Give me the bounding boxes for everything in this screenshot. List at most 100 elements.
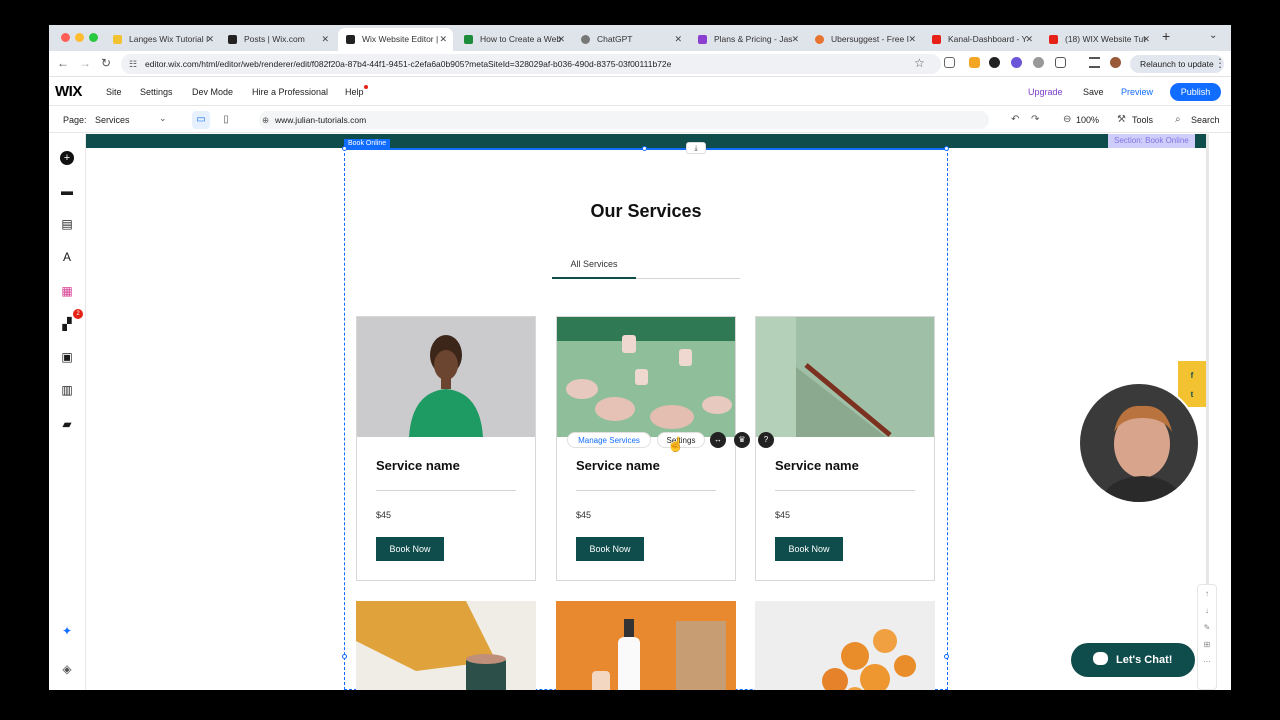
- site-info-icon[interactable]: ☷: [129, 54, 137, 74]
- help-icon[interactable]: ?: [758, 432, 774, 448]
- new-tab-icon[interactable]: +: [1162, 28, 1170, 44]
- section-label[interactable]: Section: Book Online: [1108, 134, 1195, 148]
- close-tab-icon[interactable]: ✕: [439, 28, 447, 51]
- book-now-button[interactable]: Book Now: [376, 537, 444, 561]
- close-window-button[interactable]: [61, 33, 70, 42]
- menu-help[interactable]: Help: [345, 87, 364, 97]
- browser-tab[interactable]: (18) WIX Website Tut ✕: [1041, 28, 1156, 51]
- url-field[interactable]: ☷ editor.wix.com/html/editor/web/renderer…: [121, 54, 941, 74]
- manage-services-button[interactable]: Manage Services: [567, 432, 651, 448]
- menu-settings[interactable]: Settings: [140, 87, 173, 97]
- upgrade-link[interactable]: Upgrade: [1028, 87, 1063, 97]
- stretch-icon[interactable]: ↔: [710, 432, 726, 448]
- zoom-icon[interactable]: ⊖: [1063, 114, 1071, 125]
- search-button[interactable]: Search: [1191, 115, 1220, 125]
- service-card[interactable]: Service name $45 Book Now: [755, 316, 935, 581]
- forward-icon[interactable]: →: [79, 56, 91, 70]
- save-button[interactable]: Save: [1083, 87, 1104, 97]
- browser-tab[interactable]: Ubersuggest - Free I ✕: [807, 28, 922, 51]
- profile-avatar-icon[interactable]: [1110, 57, 1121, 68]
- download-icon[interactable]: ⤓: [686, 142, 706, 154]
- close-tab-icon[interactable]: ✕: [1142, 28, 1150, 51]
- wix-logo[interactable]: WIX: [55, 83, 82, 100]
- menu-dev-mode[interactable]: Dev Mode: [192, 87, 233, 97]
- close-tab-icon[interactable]: ✕: [674, 28, 682, 51]
- facebook-icon[interactable]: f: [1178, 372, 1206, 380]
- reload-icon[interactable]: ↻: [101, 56, 111, 70]
- chevron-down-icon[interactable]: ⌄: [159, 113, 167, 124]
- design-icon[interactable]: A: [60, 250, 74, 264]
- browser-tab[interactable]: ChatGPT ✕: [573, 28, 688, 51]
- resize-handle[interactable]: [944, 654, 949, 659]
- back-icon[interactable]: ←: [57, 56, 69, 70]
- extension-icon[interactable]: [1011, 57, 1022, 68]
- bookmark-star-icon[interactable]: ☆: [914, 56, 925, 70]
- ai-assistant-icon[interactable]: ✦: [60, 624, 74, 638]
- resize-handle[interactable]: [342, 654, 347, 659]
- sections-icon[interactable]: ▬: [60, 184, 74, 198]
- arrow-down-icon[interactable]: ↓: [1198, 602, 1216, 619]
- browser-tab[interactable]: Posts | Wix.com ✕: [220, 28, 335, 51]
- relaunch-button[interactable]: Relaunch to update: [1130, 55, 1224, 73]
- apps-icon[interactable]: ▦: [60, 284, 74, 298]
- extension-icon[interactable]: [989, 57, 1000, 68]
- extension-icon[interactable]: [969, 57, 980, 68]
- lets-chat-button[interactable]: Let's Chat!: [1071, 643, 1195, 677]
- selected-element-tag[interactable]: Book Online: [344, 139, 391, 149]
- book-now-button[interactable]: Book Now: [576, 537, 644, 561]
- desktop-view-icon[interactable]: ▭: [192, 111, 210, 129]
- add-icon[interactable]: +: [60, 151, 74, 165]
- layout-icon[interactable]: ⊞: [1198, 636, 1216, 653]
- book-now-button[interactable]: Book Now: [775, 537, 843, 561]
- zoom-window-button[interactable]: [89, 33, 98, 42]
- browser-tab-active[interactable]: Wix Website Editor | ✕: [338, 28, 453, 51]
- zoom-level[interactable]: 100%: [1076, 115, 1099, 125]
- extension-icon[interactable]: [944, 57, 955, 68]
- media-icon[interactable]: ▣: [60, 350, 74, 364]
- extensions-puzzle-icon[interactable]: [1055, 57, 1066, 68]
- tab-all-services[interactable]: All Services: [552, 259, 636, 269]
- close-tab-icon[interactable]: ✕: [1025, 28, 1033, 51]
- layers-icon[interactable]: ◈: [60, 662, 74, 676]
- browser-menu-icon[interactable]: ⋮: [1214, 56, 1226, 70]
- search-icon[interactable]: ⌕: [1175, 114, 1181, 125]
- editor-canvas[interactable]: Section: Book Online Book Online ⤓ Our S…: [86, 134, 1231, 690]
- extension-icon[interactable]: [1033, 57, 1044, 68]
- reading-list-icon[interactable]: [1089, 57, 1100, 68]
- service-card-image[interactable]: [755, 601, 935, 690]
- minimize-window-button[interactable]: [75, 33, 84, 42]
- service-card[interactable]: Service name $45 Book Now: [356, 316, 536, 581]
- cms-icon[interactable]: ▥: [60, 383, 74, 397]
- twitter-icon[interactable]: t: [1178, 391, 1206, 399]
- menu-site[interactable]: Site: [106, 87, 122, 97]
- close-tab-icon[interactable]: ✕: [557, 28, 565, 51]
- page-selector[interactable]: Services: [95, 115, 130, 125]
- redo-icon[interactable]: ↷: [1031, 114, 1039, 125]
- portfolio-icon[interactable]: ▰: [60, 417, 74, 431]
- service-card-image[interactable]: [356, 601, 536, 690]
- publish-button[interactable]: Publish: [1170, 83, 1221, 101]
- tools-button[interactable]: Tools: [1132, 115, 1153, 125]
- close-tab-icon[interactable]: ✕: [908, 28, 916, 51]
- preview-button[interactable]: Preview: [1121, 87, 1153, 97]
- close-tab-icon[interactable]: ✕: [321, 28, 329, 51]
- close-tab-icon[interactable]: ✕: [791, 28, 799, 51]
- resize-handle[interactable]: [944, 146, 949, 151]
- service-card-image[interactable]: [556, 601, 736, 690]
- pencil-icon[interactable]: ✎: [1198, 619, 1216, 636]
- menu-hire-professional[interactable]: Hire a Professional: [252, 87, 328, 97]
- tools-icon[interactable]: ⚒: [1117, 114, 1126, 125]
- browser-tab[interactable]: Kanal-Dashboard - Y ✕: [924, 28, 1039, 51]
- browser-tab[interactable]: How to Create a Web ✕: [456, 28, 571, 51]
- premium-crown-icon[interactable]: ♛: [734, 432, 750, 448]
- close-tab-icon[interactable]: ✕: [206, 28, 214, 51]
- business-apps-icon[interactable]: ▞: [60, 317, 74, 331]
- more-icon[interactable]: ⋯: [1198, 653, 1216, 670]
- undo-icon[interactable]: ↶: [1011, 114, 1019, 125]
- resize-handle[interactable]: [342, 146, 347, 151]
- browser-tab[interactable]: Langes Wix Tutorial I ✕: [105, 28, 220, 51]
- pages-icon[interactable]: ▤: [60, 217, 74, 231]
- resize-handle[interactable]: [642, 146, 647, 151]
- arrow-up-icon[interactable]: ↑: [1198, 585, 1216, 602]
- tab-search-chevron-icon[interactable]: ⌄: [1209, 30, 1217, 41]
